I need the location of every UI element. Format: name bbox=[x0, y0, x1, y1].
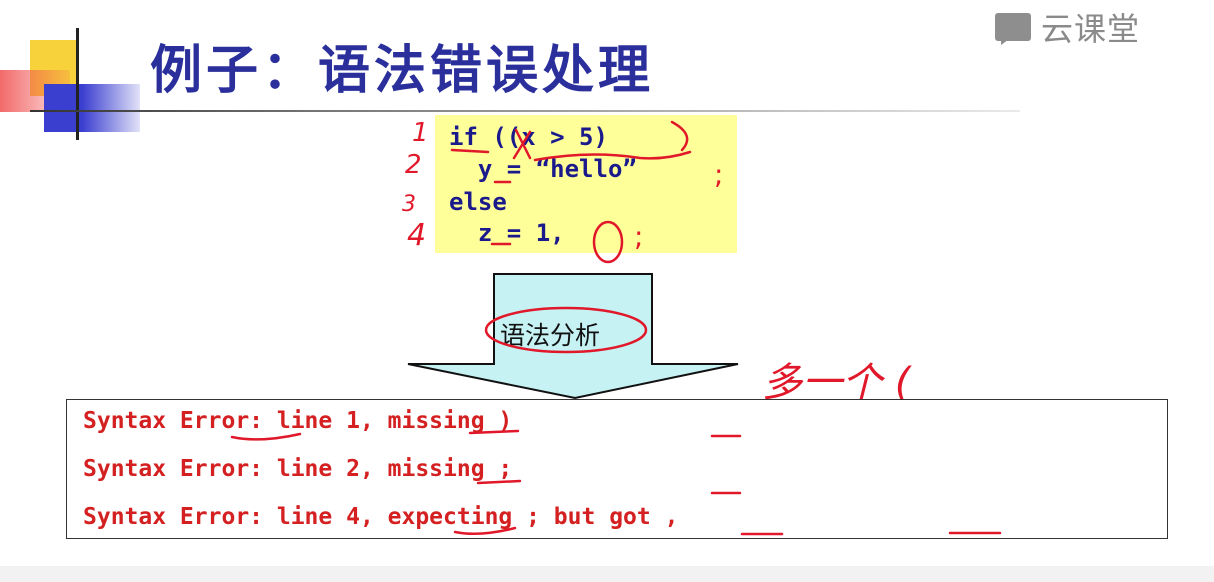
slide: 例子：语法错误处理 云课堂 1 2 3 4 if ((x > 5) y = “h… bbox=[0, 0, 1214, 582]
error-output-box: Syntax Error: line 1, missing ) Syntax E… bbox=[66, 399, 1168, 539]
code-line-1: if ((x > 5) bbox=[449, 123, 608, 151]
error-line-1: Syntax Error: line 1, missing ) bbox=[83, 408, 513, 434]
code-line-3: else bbox=[449, 188, 507, 216]
decor-blue-bar bbox=[44, 84, 140, 132]
code-line-4: z = 1, bbox=[449, 219, 565, 247]
bottom-strip bbox=[0, 566, 1214, 582]
decor-vertical-line bbox=[76, 28, 79, 140]
line-number-1: 1 bbox=[412, 118, 429, 148]
added-semicolon-line-4: ; bbox=[634, 220, 644, 253]
line-number-3: 3 bbox=[402, 192, 416, 217]
line-number-2: 2 bbox=[405, 150, 422, 180]
syntax-analysis-label: 语法分析 bbox=[500, 321, 601, 350]
error-line-3: Syntax Error: line 4, expecting ; but go… bbox=[83, 504, 679, 530]
brand-name: 云课堂 bbox=[1041, 10, 1141, 48]
slide-title: 例子：语法错误处理 bbox=[150, 41, 655, 101]
brand-logo: 云课堂 bbox=[995, 4, 1140, 50]
code-block: if ((x > 5) y = “hello” else z = 1, bbox=[435, 115, 737, 253]
line-number-4: 4 bbox=[407, 218, 427, 253]
book-icon bbox=[995, 13, 1031, 41]
error-line-2: Syntax Error: line 2, missing ; bbox=[83, 456, 513, 482]
added-semicolon-line-2: ; bbox=[714, 158, 724, 191]
title-underline bbox=[30, 110, 1020, 112]
code-line-2: y = “hello” bbox=[449, 155, 637, 183]
